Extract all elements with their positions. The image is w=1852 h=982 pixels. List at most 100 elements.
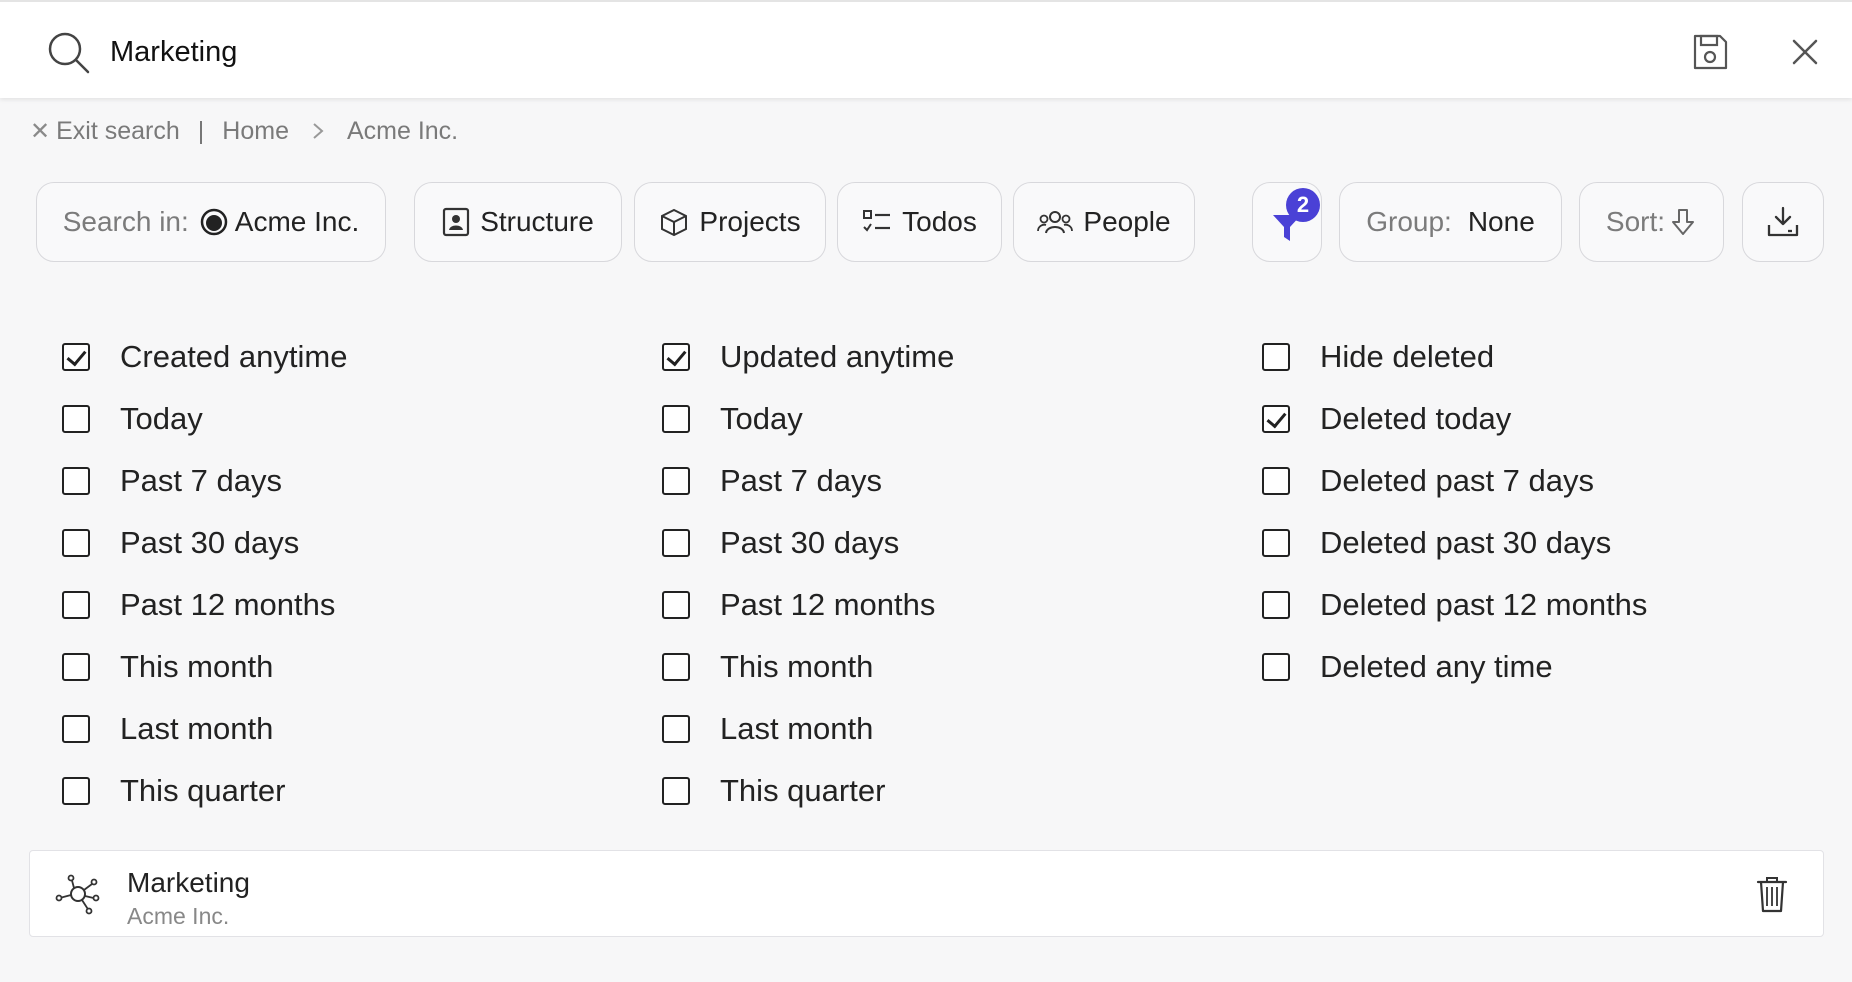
created-filter-option[interactable]: This month [62, 636, 347, 698]
updated-filter-column: Updated anytime Today Past 7 days Past 30 d… [662, 326, 954, 822]
checkbox[interactable] [1262, 529, 1290, 557]
deleted-filter-option[interactable]: Deleted any time [1262, 636, 1647, 698]
filter-option-label: Deleted today [1320, 401, 1512, 436]
checkbox[interactable] [62, 715, 90, 743]
checkbox[interactable] [662, 343, 690, 371]
deleted-filter-option[interactable]: Deleted today [1262, 388, 1647, 450]
search-in-value: Acme Inc. [234, 206, 360, 237]
projects-button[interactable]: Projects [634, 182, 826, 262]
breadcrumb: ✕ Exit search | Home Acme Inc. [30, 116, 458, 146]
save-icon[interactable] [1690, 32, 1730, 72]
trash-icon[interactable] [1755, 874, 1789, 914]
search-in-selector[interactable]: Search in: Acme Inc. [36, 182, 386, 262]
created-filter-column: Created anytime Today Past 7 days Past 30 d… [62, 326, 347, 822]
filter-option-label: This month [120, 649, 274, 684]
created-filter-option[interactable]: Today [62, 388, 347, 450]
updated-filter-option[interactable]: This month [662, 636, 954, 698]
group-label: Group: [1366, 206, 1452, 237]
filter-count-badge: 2 [1286, 188, 1320, 222]
checkbox[interactable] [1262, 343, 1290, 371]
checkbox[interactable] [62, 405, 90, 433]
result-subtitle: Acme Inc. [127, 903, 230, 929]
filter-option-label: Past 30 days [120, 525, 300, 560]
deleted-filter-option[interactable]: Hide deleted [1262, 326, 1647, 388]
created-filter-option[interactable]: This quarter [62, 760, 347, 822]
checkbox[interactable] [662, 467, 690, 495]
filter-option-label: Hide deleted [1320, 339, 1495, 374]
checkbox[interactable] [62, 343, 90, 371]
checklist-icon [863, 210, 891, 232]
group-value: None [1467, 206, 1535, 237]
contact-card-icon [443, 207, 470, 237]
structure-label: Structure [480, 206, 594, 237]
result-item[interactable]: Marketing Acme Inc. [29, 850, 1824, 937]
filter-option-label: Updated anytime [720, 339, 955, 374]
checkbox[interactable] [662, 529, 690, 557]
filter-option-label: This quarter [720, 773, 886, 808]
filter-option-label: Last month [720, 711, 874, 746]
checkbox[interactable] [662, 715, 690, 743]
sort-selector[interactable]: Sort: [1579, 182, 1724, 262]
todos-button[interactable]: Todos [837, 182, 1002, 262]
filter-option-label: Past 12 months [720, 587, 936, 622]
checkbox[interactable] [662, 405, 690, 433]
created-filter-option[interactable]: Past 30 days [62, 512, 347, 574]
checkbox[interactable] [62, 653, 90, 681]
download-icon [1767, 206, 1799, 237]
checkbox[interactable] [662, 591, 690, 619]
checkbox[interactable] [1262, 467, 1290, 495]
filter-option-label: Past 7 days [120, 463, 282, 498]
search-icon [48, 32, 90, 74]
exit-search-link[interactable]: Exit search [56, 117, 180, 146]
filter-option-label: This quarter [120, 773, 286, 808]
checkbox[interactable] [62, 591, 90, 619]
checkbox[interactable] [62, 777, 90, 805]
group-selector[interactable]: Group: None [1339, 182, 1562, 262]
updated-filter-option[interactable]: This quarter [662, 760, 954, 822]
checkbox[interactable] [1262, 591, 1290, 619]
updated-filter-option[interactable]: Past 7 days [662, 450, 954, 512]
checkbox[interactable] [662, 653, 690, 681]
updated-filter-option[interactable]: Updated anytime [662, 326, 954, 388]
people-label: People [1083, 206, 1171, 237]
deleted-filter-option[interactable]: Deleted past 30 days [1262, 512, 1647, 574]
created-filter-option[interactable]: Past 7 days [62, 450, 347, 512]
filter-option-label: Past 30 days [720, 525, 900, 560]
created-filter-option[interactable]: Past 12 months [62, 574, 347, 636]
updated-filter-option[interactable]: Past 30 days [662, 512, 954, 574]
updated-filter-option[interactable]: Past 12 months [662, 574, 954, 636]
organization-icon [200, 208, 228, 236]
exit-search-icon[interactable]: ✕ [30, 117, 50, 146]
checkbox[interactable] [1262, 653, 1290, 681]
result-title[interactable]: Marketing [127, 867, 250, 899]
checkbox[interactable] [62, 467, 90, 495]
checkbox[interactable] [662, 777, 690, 805]
breadcrumb-home[interactable]: Home [222, 117, 289, 146]
deleted-filter-option[interactable]: Deleted past 7 days [1262, 450, 1647, 512]
filter-option-label: Deleted past 30 days [1320, 525, 1612, 560]
search-bar: Marketing [0, 0, 1852, 98]
created-filter-option[interactable]: Last month [62, 698, 347, 760]
filter-option-label: Deleted past 12 months [1320, 587, 1648, 622]
structure-button[interactable]: Structure [414, 182, 622, 262]
arrow-down-icon [1672, 209, 1695, 235]
checkbox[interactable] [1262, 405, 1290, 433]
people-icon [1037, 211, 1074, 234]
deleted-filter-option[interactable]: Deleted past 12 months [1262, 574, 1647, 636]
checkbox[interactable] [62, 529, 90, 557]
filter-option-label: Past 12 months [120, 587, 336, 622]
filter-option-label: Today [720, 401, 803, 436]
breadcrumb-current[interactable]: Acme Inc. [347, 117, 458, 146]
updated-filter-option[interactable]: Today [662, 388, 954, 450]
updated-filter-option[interactable]: Last month [662, 698, 954, 760]
created-filter-option[interactable]: Created anytime [62, 326, 347, 388]
search-input[interactable]: Marketing [110, 36, 237, 69]
filter-option-label: Today [120, 401, 203, 436]
sort-label: Sort: [1605, 206, 1666, 237]
close-icon[interactable] [1788, 35, 1822, 69]
download-button[interactable] [1742, 182, 1824, 262]
filter-option-label: Deleted any time [1320, 649, 1553, 684]
deleted-filter-column: Hide deleted Deleted today Deleted past 7 … [1262, 326, 1647, 698]
people-button[interactable]: People [1013, 182, 1195, 262]
filter-option-label: Deleted past 7 days [1320, 463, 1595, 498]
